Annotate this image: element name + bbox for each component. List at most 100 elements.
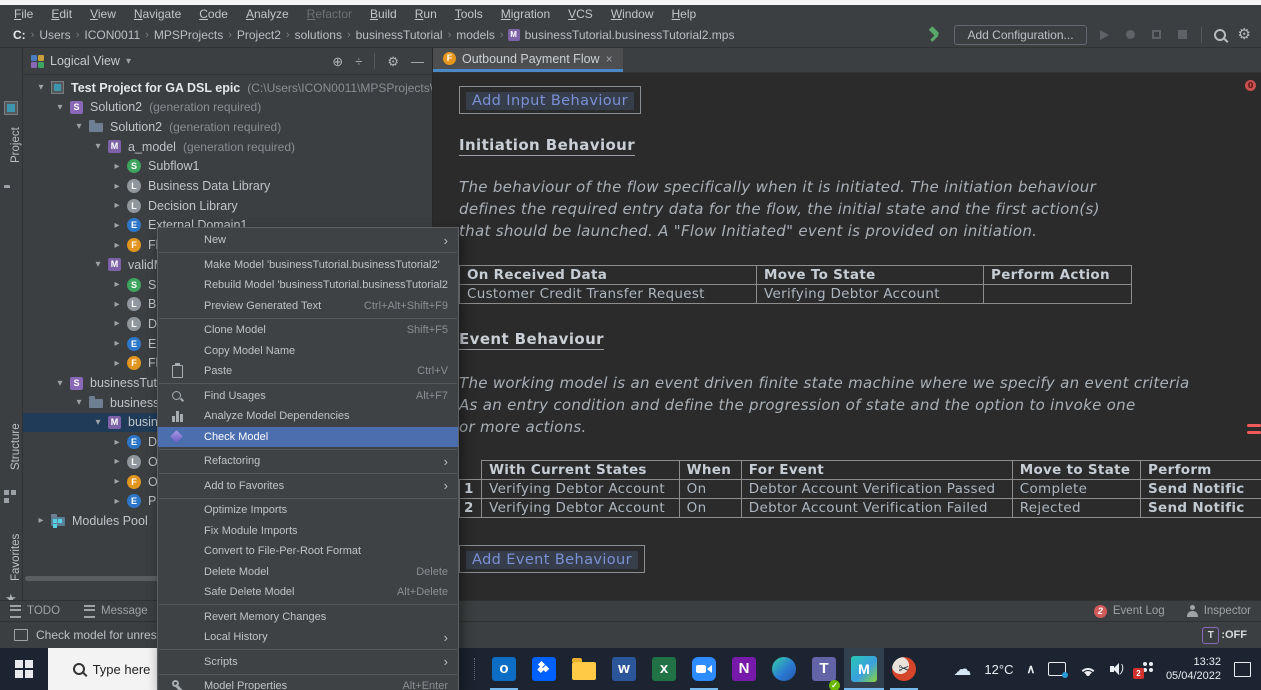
start-button[interactable] (0, 648, 48, 690)
table-cell[interactable]: Customer Credit Transfer Request (460, 285, 757, 304)
tree-row[interactable]: ▾Ma_model(generation required) (23, 137, 432, 156)
expanded-arrow-icon[interactable]: ▾ (54, 378, 66, 389)
breadcrumb-drive[interactable]: C: (10, 28, 29, 42)
menu-item-preview-generated-text[interactable]: Preview Generated TextCtrl+Alt+Shift+F9 (158, 296, 458, 317)
add-event-behaviour-button[interactable]: Add Event Behaviour (459, 545, 645, 573)
table-cell[interactable]: Rejected (1012, 499, 1140, 518)
table-cell[interactable]: Verifying Debtor Account (757, 285, 984, 304)
menu-item-copy-model-name[interactable]: Copy Model Name (158, 341, 458, 362)
menu-vcs[interactable]: VCS (560, 7, 601, 21)
stop-icon[interactable] (1175, 27, 1191, 43)
table-row[interactable]: Customer Credit Transfer RequestVerifyin… (460, 285, 1132, 304)
menu-item-check-model[interactable]: Check Model (158, 427, 458, 448)
tree-row[interactable]: ▸LBusiness Data Library (23, 177, 432, 196)
table-cell[interactable]: 2 (460, 499, 482, 518)
menu-item-local-history[interactable]: Local History› (158, 627, 458, 648)
expanded-arrow-icon[interactable]: ▾ (73, 121, 85, 132)
error-stripe-mark[interactable] (1247, 424, 1261, 427)
teams-taskbar-icon[interactable]: T✓ (804, 648, 844, 690)
panel-settings-gear-icon[interactable]: ⚙ (387, 55, 399, 68)
edge-taskbar-icon[interactable] (764, 648, 804, 690)
tray-chevron-up-icon[interactable]: ∧ (1026, 662, 1035, 676)
event-table[interactable]: With Current StatesWhenFor EventMove to … (459, 460, 1261, 518)
locate-icon[interactable]: ⊕ (332, 55, 343, 68)
menu-build[interactable]: Build (362, 7, 405, 21)
outlook-taskbar-icon[interactable]: o (484, 648, 524, 690)
initiation-table[interactable]: On Received DataMove To StatePerform Act… (459, 265, 1132, 304)
run-icon[interactable] (1097, 27, 1113, 43)
breadcrumb-item[interactable]: ICON0011 (81, 28, 143, 42)
menu-view[interactable]: View (82, 7, 124, 21)
menu-item-model-properties[interactable]: Model PropertiesAlt+Enter (158, 676, 458, 690)
menu-item-scripts[interactable]: Scripts› (158, 652, 458, 673)
collapse-all-icon[interactable]: ÷ (355, 55, 362, 68)
hide-panel-icon[interactable]: — (411, 55, 424, 68)
logical-view-title[interactable]: Logical View (50, 54, 120, 68)
project-tool-icon[interactable] (4, 101, 18, 115)
table-cell[interactable]: On (679, 480, 741, 499)
debug-icon[interactable] (1123, 27, 1139, 43)
menu-code[interactable]: Code (191, 7, 236, 21)
collapsed-arrow-icon[interactable]: ▸ (111, 279, 123, 290)
tab-outbound-payment-flow[interactable]: F Outbound Payment Flow × (433, 48, 623, 72)
table-cell[interactable]: Complete (1012, 480, 1140, 499)
messages-toolwindow-button[interactable]: Message (84, 605, 148, 618)
menu-file[interactable]: File (6, 7, 41, 21)
taskbar-search-input[interactable]: Type here (48, 648, 166, 690)
table-cell[interactable]: Send Notific (1140, 499, 1261, 518)
collapsed-arrow-icon[interactable]: ▸ (111, 437, 123, 448)
add-input-behaviour-button[interactable]: Add Input Behaviour (459, 86, 641, 114)
action-center-icon[interactable] (1234, 662, 1251, 677)
menu-edit[interactable]: Edit (43, 7, 80, 21)
inspector-button[interactable]: Inspector (1187, 605, 1251, 617)
collapsed-arrow-icon[interactable]: ▸ (111, 220, 123, 231)
tree-row[interactable]: ▸LDecision Library (23, 196, 432, 215)
coverage-icon[interactable] (1149, 27, 1165, 43)
menu-item-revert-memory-changes[interactable]: Revert Memory Changes (158, 607, 458, 628)
t-mode-badge[interactable]: T (1202, 627, 1219, 644)
onedrive-cloud-icon[interactable]: ☁ (953, 659, 971, 680)
tool-stripe-favorites[interactable]: Favorites (0, 528, 22, 586)
table-cell[interactable] (984, 285, 1132, 304)
menu-item-clone-model[interactable]: Clone ModelShift+F5 (158, 320, 458, 341)
notification-count-icon[interactable]: 2 (1137, 661, 1153, 677)
collapsed-arrow-icon[interactable]: ▸ (111, 338, 123, 349)
menu-analyze[interactable]: Analyze (238, 7, 297, 21)
menu-run[interactable]: Run (407, 7, 445, 21)
volume-icon[interactable]: ) (1110, 663, 1124, 675)
table-cell[interactable]: 1 (460, 480, 482, 499)
table-cell[interactable]: Verifying Debtor Account (482, 499, 680, 518)
collapsed-arrow-icon[interactable]: ▸ (111, 358, 123, 369)
todo-toolwindow-button[interactable]: TODO (10, 605, 60, 618)
excel-taskbar-icon[interactable]: x (644, 648, 684, 690)
collapsed-arrow-icon[interactable]: ▸ (111, 299, 123, 310)
tree-row[interactable]: ▾Solution2(generation required) (23, 117, 432, 136)
collapsed-arrow-icon[interactable]: ▸ (111, 318, 123, 329)
menu-tools[interactable]: Tools (447, 7, 491, 21)
table-cell[interactable]: On (679, 499, 741, 518)
error-count-badge[interactable]: 0 (1245, 80, 1256, 91)
menu-help[interactable]: Help (664, 7, 705, 21)
breadcrumb-item[interactable]: businessTutorial (353, 28, 446, 42)
tree-row[interactable]: ▾Test Project for GA DSL epic(C:\Users\I… (23, 78, 432, 97)
tool-stripe-project[interactable]: Project (0, 120, 22, 170)
collapsed-arrow-icon[interactable]: ▸ (111, 200, 123, 211)
table-cell[interactable]: Debtor Account Verification Failed (741, 499, 1012, 518)
weather-temperature[interactable]: 12°C (984, 662, 1013, 677)
tree-row[interactable]: ▾SSolution2(generation required) (23, 98, 432, 117)
menu-item-delete-model[interactable]: Delete ModelDelete (158, 562, 458, 583)
search-everywhere-icon[interactable] (1212, 27, 1228, 43)
expanded-arrow-icon[interactable]: ▾ (92, 417, 104, 428)
menu-window[interactable]: Window (603, 7, 662, 21)
breadcrumb-item[interactable]: Project2 (234, 28, 284, 42)
menu-item-analyze-model-dependencies[interactable]: Analyze Model Dependencies (158, 406, 458, 427)
menu-item-rebuild-model-businesstutorial[interactable]: Rebuild Model 'businessTutorial.business… (158, 275, 458, 296)
chevron-down-icon[interactable]: ▾ (126, 56, 131, 67)
menu-item-add-to-favorites[interactable]: Add to Favorites› (158, 476, 458, 497)
breadcrumb-item[interactable]: Users (36, 28, 73, 42)
menu-item-find-usages[interactable]: Find UsagesAlt+F7 (158, 386, 458, 407)
expanded-arrow-icon[interactable]: ▾ (92, 141, 104, 152)
menu-navigate[interactable]: Navigate (126, 7, 189, 21)
collapsed-arrow-icon[interactable]: ▸ (111, 161, 123, 172)
mps-taskbar-icon[interactable]: M (844, 648, 884, 690)
